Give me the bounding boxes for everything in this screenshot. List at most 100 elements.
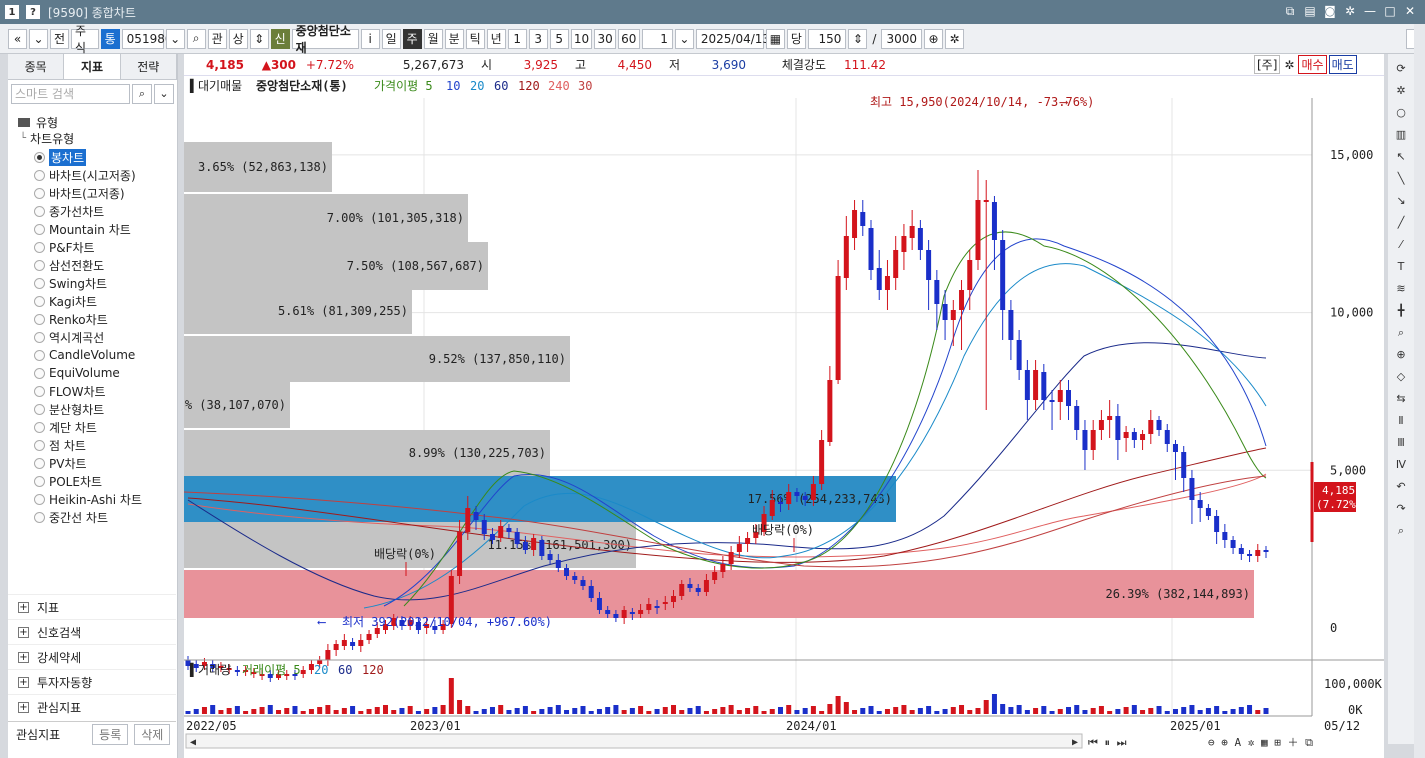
- auto-line-icon[interactable]: ⁄: [1392, 236, 1410, 254]
- chart-area[interactable]: 4,185 ▲300 +7.72% 5,267,673 시 3,925 고 4,…: [184, 54, 1384, 758]
- tab-strategy[interactable]: 전략: [120, 54, 177, 79]
- chart-type-option[interactable]: 계단 차트: [8, 418, 177, 436]
- group-favorites[interactable]: + 관심지표: [8, 694, 176, 719]
- chart-type-option[interactable]: 바차트(시고저종): [8, 166, 177, 184]
- gear-icon[interactable]: ✲: [1392, 82, 1410, 100]
- register-button[interactable]: 등록: [92, 724, 129, 745]
- radio-icon[interactable]: [34, 187, 45, 199]
- link-icon[interactable]: ⧉: [1283, 3, 1297, 19]
- chart-type-option[interactable]: 봉차트: [8, 148, 177, 166]
- scroll-right-icon[interactable]: ▶: [1072, 737, 1078, 748]
- bars2-icon[interactable]: Ⅳ: [1392, 456, 1410, 474]
- count-stepper-icon[interactable]: ⇕: [848, 28, 868, 49]
- line-icon[interactable]: ╱: [1392, 214, 1410, 232]
- gwan-button[interactable]: 관: [207, 28, 227, 49]
- scroll-left-icon[interactable]: ◀: [190, 737, 196, 748]
- tong-button[interactable]: 통: [100, 28, 120, 49]
- minimize-icon[interactable]: —: [1363, 3, 1377, 19]
- smart-search-input[interactable]: 스마트 검색: [11, 84, 130, 104]
- radio-icon[interactable]: [34, 259, 45, 271]
- shape-icon[interactable]: ◇: [1392, 368, 1410, 386]
- candle-tool-icon[interactable]: ╋: [1392, 302, 1410, 320]
- stock-code-input[interactable]: 051980: [121, 28, 172, 49]
- num-10[interactable]: 10: [570, 28, 593, 49]
- period-minute[interactable]: 분: [444, 28, 464, 49]
- new-badge[interactable]: 신: [270, 28, 290, 49]
- zoom-icon[interactable]: ⊕: [923, 28, 943, 49]
- chart-type-option[interactable]: CandleVolume: [8, 346, 177, 364]
- radio-icon[interactable]: [34, 403, 45, 415]
- radio-icon[interactable]: [34, 151, 45, 163]
- all-icon[interactable]: ≋: [1392, 280, 1410, 298]
- help-badge[interactable]: ?: [26, 5, 40, 19]
- radio-icon[interactable]: [34, 385, 45, 397]
- gear-icon[interactable]: ✲: [1343, 3, 1357, 19]
- radio-icon[interactable]: [34, 439, 45, 451]
- jeon-button[interactable]: 전: [50, 28, 69, 49]
- info-button[interactable]: i: [360, 28, 380, 49]
- dang-button[interactable]: 당: [786, 28, 806, 49]
- period-year[interactable]: 년: [486, 28, 506, 49]
- chart-type-option[interactable]: Renko차트: [8, 310, 177, 328]
- nav-prev-button[interactable]: «: [8, 28, 27, 49]
- radio-icon[interactable]: [34, 421, 45, 433]
- chart-type-option[interactable]: Mountain 차트: [8, 220, 177, 238]
- maximize-icon[interactable]: □: [1383, 3, 1397, 19]
- period-week[interactable]: 주: [402, 28, 422, 49]
- radio-icon[interactable]: [34, 349, 45, 361]
- sell-button[interactable]: 매도: [1328, 55, 1357, 74]
- period-day[interactable]: 일: [381, 28, 401, 49]
- period-dropdown-icon[interactable]: ⌄: [674, 28, 694, 49]
- chart-type-option[interactable]: FLOW차트: [8, 382, 177, 400]
- radio-icon[interactable]: [34, 277, 45, 289]
- chart-type-option[interactable]: 바차트(고저종): [8, 184, 177, 202]
- delete-button[interactable]: 삭제: [134, 724, 171, 745]
- radio-icon[interactable]: [34, 223, 45, 235]
- group-indicators[interactable]: + 지표: [8, 594, 176, 619]
- gear-icon[interactable]: ✲: [1284, 58, 1294, 72]
- calendar-icon[interactable]: ▦: [765, 28, 785, 49]
- undo-icon[interactable]: ↶: [1392, 478, 1410, 496]
- num-1[interactable]: 1: [507, 28, 527, 49]
- group-investor[interactable]: + 투자자동향: [8, 669, 176, 694]
- chart-type-option[interactable]: 분산형차트: [8, 400, 177, 418]
- trend-line-icon[interactable]: ╲: [1392, 170, 1410, 188]
- search-icon[interactable]: ⌕: [132, 84, 152, 104]
- window-badge[interactable]: 1: [5, 5, 19, 19]
- num-60[interactable]: 60: [617, 28, 640, 49]
- radio-icon[interactable]: [34, 313, 45, 325]
- radio-icon[interactable]: [34, 205, 45, 217]
- fib-icon[interactable]: Ⅱ: [1392, 412, 1410, 430]
- bars-icon[interactable]: Ⅲ: [1392, 434, 1410, 452]
- num-3[interactable]: 3: [528, 28, 548, 49]
- bar-chart-icon[interactable]: ▥: [1392, 126, 1410, 144]
- circle-icon[interactable]: ○: [1392, 104, 1410, 122]
- group-strength[interactable]: + 강세약세: [8, 644, 176, 669]
- total-input[interactable]: 3000: [881, 28, 922, 49]
- sang-button[interactable]: 상: [228, 28, 248, 49]
- text-tool-icon[interactable]: T: [1392, 258, 1410, 276]
- radio-icon[interactable]: [34, 295, 45, 307]
- search-icon[interactable]: ⌕: [1392, 522, 1410, 540]
- period-num-input[interactable]: 1: [641, 28, 673, 49]
- chart-type-option[interactable]: P&F차트: [8, 238, 177, 256]
- tab-indicators[interactable]: 지표: [64, 54, 121, 79]
- radio-icon[interactable]: [34, 331, 45, 343]
- playback-controls-icon[interactable]: ⏮ ⏸ ⏭: [1088, 736, 1127, 749]
- num-5[interactable]: 5: [549, 28, 569, 49]
- folder-type[interactable]: 유형: [8, 108, 177, 130]
- pointer-icon[interactable]: ↖: [1392, 148, 1410, 166]
- date-input[interactable]: 2025/04/13: [695, 28, 770, 49]
- period-month[interactable]: 월: [423, 28, 443, 49]
- refresh-icon[interactable]: ⟳: [1392, 60, 1410, 78]
- radio-icon[interactable]: [34, 493, 45, 505]
- price-chart-svg[interactable]: ▌ 대기매물 중앙첨단소재(통) 가격이평 5 10 20 60 120 240…: [184, 76, 1384, 758]
- chart-type-option[interactable]: Swing차트: [8, 274, 177, 292]
- magnify-icon[interactable]: ⌕: [1392, 324, 1410, 342]
- tab-stocks[interactable]: 종목: [8, 54, 65, 79]
- chart-type-option[interactable]: 종가선차트: [8, 202, 177, 220]
- chart-type-option[interactable]: 역시계곡선: [8, 328, 177, 346]
- chart-type-option[interactable]: PV차트: [8, 454, 177, 472]
- vertical-scrollbar[interactable]: [1414, 24, 1425, 758]
- expand-icon[interactable]: ⌄: [154, 84, 174, 104]
